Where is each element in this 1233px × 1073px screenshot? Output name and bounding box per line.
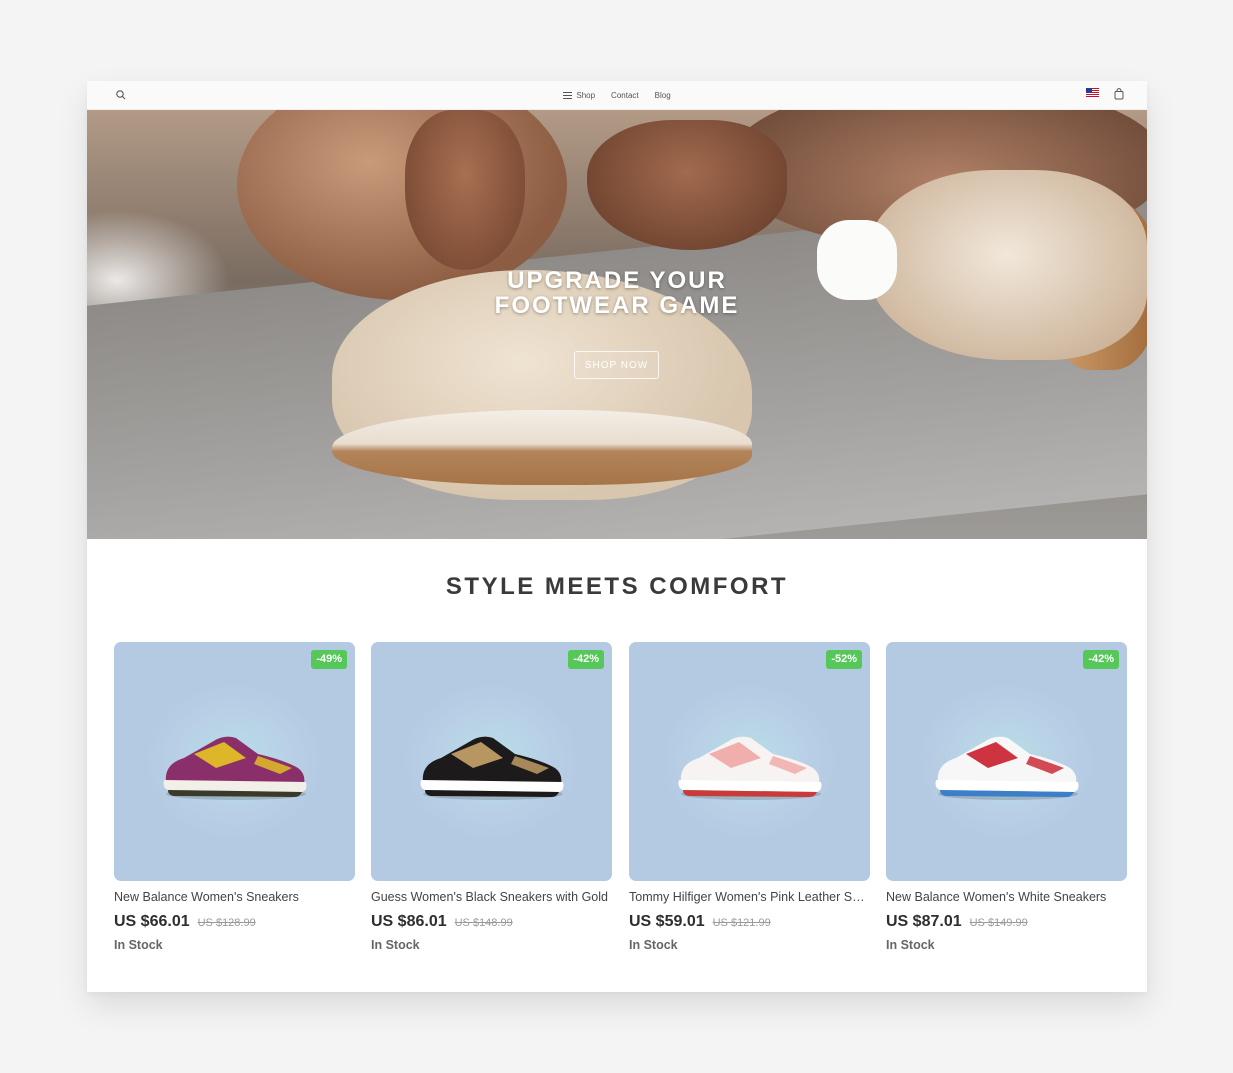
stock-status: In Stock [886,938,935,952]
discount-badge: -42% [1083,650,1119,669]
shopping-bag-icon[interactable] [1114,87,1124,100]
nav-blog-label: Blog [654,91,671,100]
discount-badge: -49% [311,650,347,669]
product-image[interactable]: -42% [371,642,612,881]
product-image[interactable]: -42% [886,642,1127,881]
sneaker-image [935,736,1079,800]
product-card[interactable]: -52% Tommy Hilfiger Women's Pink Leather… [629,642,870,962]
hero-banner: UPGRADE YOUR FOOTWEAR GAME SHOP NOW [87,110,1147,539]
stock-status: In Stock [629,938,678,952]
stock-status: In Stock [371,938,420,952]
discount-badge: -52% [826,650,862,669]
hero-shoe [867,170,1147,360]
hero-hand [405,110,525,270]
top-navigation-bar: Shop Contact Blog [87,81,1147,110]
us-flag-icon[interactable] [1086,88,1099,97]
sneaker-image [420,736,564,800]
hero-title: UPGRADE YOUR FOOTWEAR GAME [417,268,817,318]
nav-shop-label: Shop [576,91,596,100]
discount-badge: -42% [568,650,604,669]
price-row: US $86.01 US $148.99 [371,913,513,931]
price-row: US $59.01 US $121.99 [629,913,771,931]
hero-title-line: UPGRADE YOUR [507,267,727,294]
hero-shoe-sole [332,410,752,485]
price-row: US $66.01 US $128.99 [114,913,256,931]
product-old-price: US $149.99 [969,917,1028,929]
sneaker-image [163,736,307,800]
product-card[interactable]: -42% New Balance Women's White Sneakers … [886,642,1127,962]
product-price: US $86.01 [371,913,447,930]
product-name[interactable]: New Balance Women's Sneakers [114,890,355,904]
product-name[interactable]: New Balance Women's White Sneakers [886,890,1127,904]
product-price: US $87.01 [886,913,962,930]
nav-contact[interactable]: Contact [611,91,639,100]
product-image[interactable]: -52% [629,642,870,881]
nav-blog[interactable]: Blog [655,91,671,100]
product-image[interactable]: -49% [114,642,355,881]
main-nav: Shop Contact Blog [87,81,1147,110]
price-row: US $87.01 US $149.99 [886,913,1028,931]
product-name[interactable]: Guess Women's Black Sneakers with Gold [371,890,612,904]
hero-title-line: FOOTWEAR GAME [494,292,740,319]
hero-sock [817,220,897,300]
product-old-price: US $121.99 [712,917,771,929]
product-price: US $59.01 [629,913,705,930]
product-old-price: US $128.99 [197,917,256,929]
shop-now-button[interactable]: SHOP NOW [574,351,659,379]
product-card[interactable]: -42% Guess Women's Black Sneakers with G… [371,642,612,962]
sneaker-image [678,736,822,800]
product-price: US $66.01 [114,913,190,930]
browser-page: Shop Contact Blog UPGRADE YOUR FOOTWEAR … [87,81,1147,992]
hero-hand [587,120,787,250]
product-name[interactable]: Tommy Hilfiger Women's Pink Leather Snea… [629,890,870,904]
menu-icon [563,92,573,99]
nav-contact-label: Contact [611,91,639,100]
section-title: STYLE MEETS COMFORT [445,573,789,600]
nav-shop[interactable]: Shop [563,91,595,100]
product-grid: -49% New Balance Women's Sneakers US $66… [114,642,1127,962]
product-card[interactable]: -49% New Balance Women's Sneakers US $66… [114,642,355,962]
product-old-price: US $148.99 [454,917,513,929]
stock-status: In Stock [114,938,163,952]
